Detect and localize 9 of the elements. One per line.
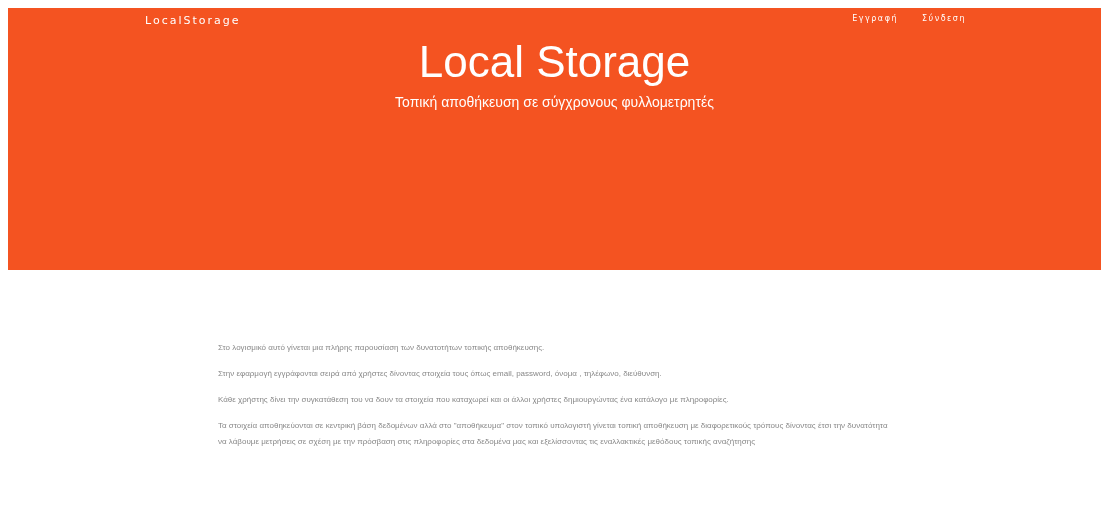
paragraph: Στο λογισμικό αυτό γίνεται μια πλήρης παρουσίαση των δυνατοτήτων τοπικής αποθήκευσης. (218, 342, 546, 354)
paragraph: Κάθε χρήστης δίνει την συγκατάθεση του να δουν τα στοιχεία που καταχωρεί και οι άλλοι χρήστες δημιουργώντας ένα κατάλογο με πληροφορίες. (218, 394, 730, 406)
hero-subtitle: Τοπική αποθήκευση σε σύγχρονους φυλλομετρητές (394, 93, 715, 113)
nav-link[interactable]: Σύνδεση (922, 13, 966, 25)
paragraph: Στην εφαρμογή εγγράφονται σειρά από χρήστες δίνοντας στοιχεία τους όπως email, password, όνομα , τηλέφωνο, διεύθυνση. (218, 368, 663, 380)
hero-title: Local Storage (417, 38, 692, 87)
nav-link[interactable]: Εγγραφή (852, 13, 898, 25)
paragraph: Τα στοιχεία αποθηκεύονται σε κεντρική βάση δεδομένων αλλά στο "αποθήκευμα" στον τοπικό υπολογιστή γίνεται τοπική αποθήκευση με διαφορετικούς τρόπους δίνοντας έτσι την δυνατότητα να λάβουμε μετρήσεις σε σχέση με την πρόσβαση στις πληροφορίες στα δεδομένα μας και εξελίσσοντας τις εναλλακτικές μεθόδους τοπικής αναζήτησης (218, 420, 889, 448)
brand-link[interactable]: LocalStorage (145, 13, 241, 30)
